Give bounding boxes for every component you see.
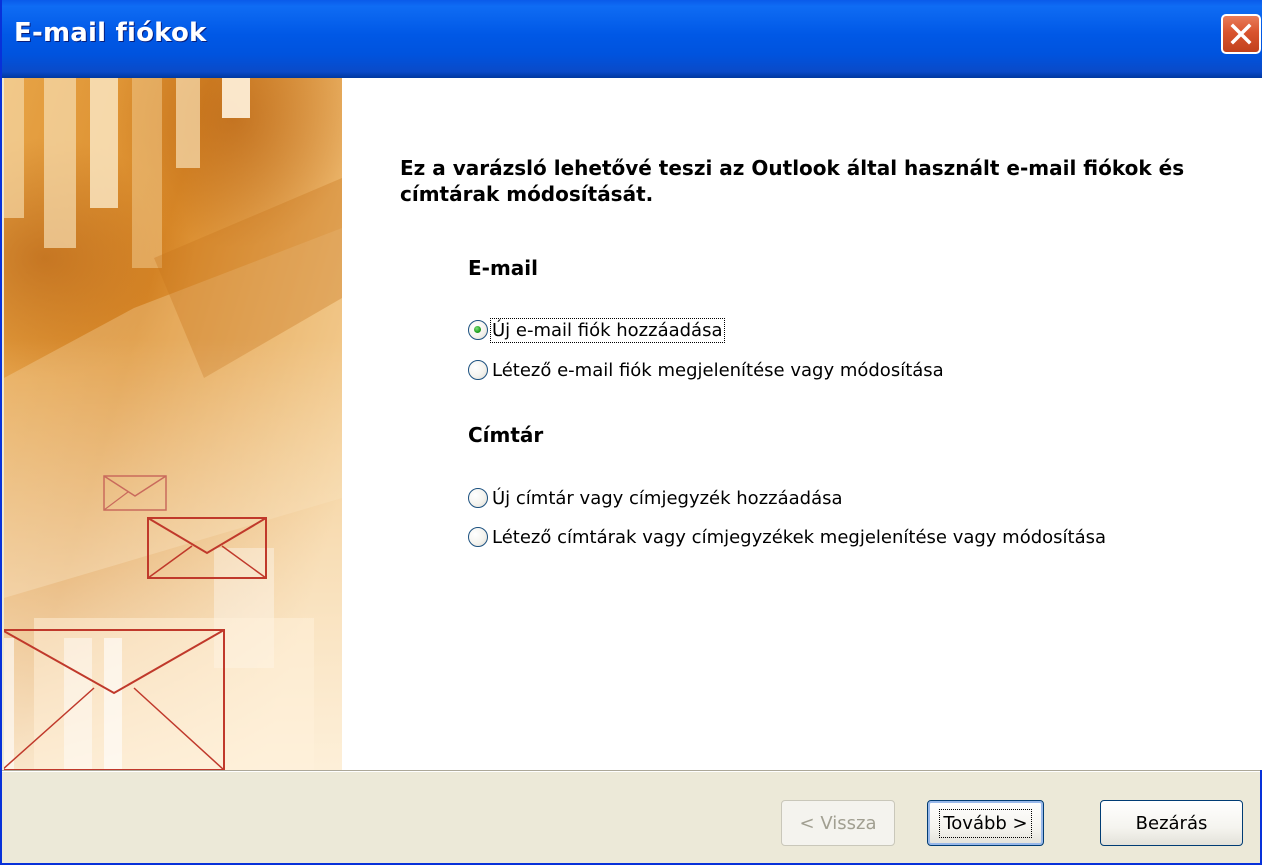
next-button[interactable]: Tovább > xyxy=(927,800,1044,846)
radio-label: Létező címtárak vagy címjegyzékek megjel… xyxy=(492,526,1107,548)
radio-add-new-email-account[interactable]: Új e-mail fiók hozzáadása xyxy=(468,315,725,345)
directory-section-heading: Címtár xyxy=(468,423,544,447)
back-button-label: < Vissza xyxy=(799,812,877,834)
close-icon xyxy=(1230,23,1252,45)
close-dialog-button-label: Bezárás xyxy=(1135,812,1208,834)
title-bar[interactable]: E-mail fiókok xyxy=(2,0,1262,78)
wizard-description: Ez a varázsló lehetővé teszi az Outlook … xyxy=(400,156,1185,206)
radio-button[interactable] xyxy=(468,360,488,380)
radio-label: Új e-mail fiók hozzáadása xyxy=(490,317,725,343)
footer-divider-highlight xyxy=(2,771,1260,772)
radio-label: Létező e-mail fiók megjelenítése vagy mó… xyxy=(492,359,944,381)
radio-add-new-directory[interactable]: Új címtár vagy címjegyzék hozzáadása xyxy=(468,483,843,513)
close-dialog-button[interactable]: Bezárás xyxy=(1100,800,1243,846)
email-accounts-dialog: E-mail fiókok Ez a varázsló lehetővé tes… xyxy=(0,0,1262,865)
radio-button[interactable] xyxy=(468,488,488,508)
next-button-label: Tovább > xyxy=(939,808,1032,838)
email-section-heading: E-mail xyxy=(468,256,539,280)
radio-view-change-directory[interactable]: Létező címtárak vagy címjegyzékek megjel… xyxy=(468,522,1106,552)
radio-label: Új címtár vagy címjegyzék hozzáadása xyxy=(492,487,843,509)
window-title: E-mail fiókok xyxy=(14,18,207,48)
radio-selected-dot xyxy=(474,326,481,333)
radio-button-checked[interactable] xyxy=(468,320,488,340)
envelope-banner-art xyxy=(4,78,342,770)
radio-button[interactable] xyxy=(468,527,488,547)
radio-view-change-email-account[interactable]: Létező e-mail fiók megjelenítése vagy mó… xyxy=(468,355,944,385)
close-button[interactable] xyxy=(1221,14,1261,54)
back-button[interactable]: < Vissza xyxy=(781,800,895,846)
